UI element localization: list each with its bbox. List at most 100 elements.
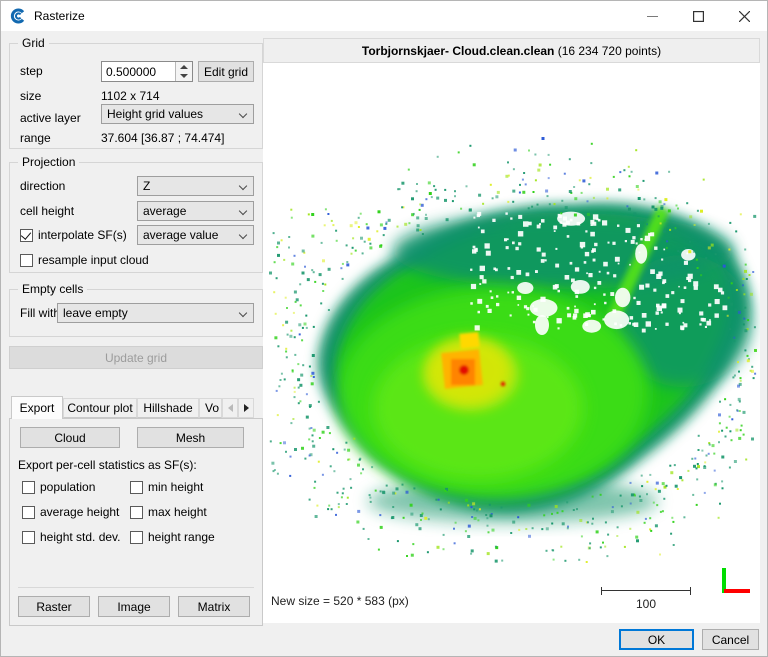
population-checkbox[interactable]: population — [22, 479, 95, 495]
maximize-button[interactable] — [675, 1, 721, 31]
direction-combobox[interactable]: Z — [137, 176, 254, 196]
population-label: population — [40, 480, 96, 494]
chevron-down-icon — [238, 308, 248, 318]
scale-bar-label: 100 — [635, 597, 657, 611]
step-spinner[interactable] — [101, 61, 193, 82]
stats-caption: Export per-cell statistics as SF(s): — [18, 458, 197, 472]
axis-x-indicator — [724, 589, 750, 593]
titlebar[interactable]: Rasterize — [1, 1, 767, 31]
export-mesh-button[interactable]: Mesh — [137, 427, 244, 448]
min-height-checkbox[interactable]: min height — [130, 479, 203, 495]
minimize-button[interactable] — [629, 1, 675, 31]
fill-with-label: Fill with — [20, 306, 61, 320]
export-image-button[interactable]: Image — [98, 596, 170, 617]
chevron-down-icon — [238, 181, 248, 191]
checkbox-box — [20, 228, 33, 242]
export-cloud-button[interactable]: Cloud — [20, 427, 120, 448]
checkbox-box — [130, 505, 143, 519]
tab-scroll-right-button[interactable] — [238, 398, 254, 418]
checkbox-box — [22, 530, 35, 544]
step-label: step — [20, 64, 43, 78]
range-value: 37.604 [36.87 ; 74.474] — [101, 131, 225, 145]
cell-height-label: cell height — [20, 204, 75, 218]
tab-hillshade[interactable]: Hillshade — [137, 398, 199, 418]
divider — [18, 587, 254, 588]
active-layer-label: active layer — [20, 111, 81, 125]
min-height-label: min height — [148, 480, 204, 494]
close-icon — [738, 10, 750, 22]
new-size-text: New size = 520 * 583 (px) — [271, 594, 409, 608]
step-spin-arrows — [175, 62, 192, 81]
export-raster-button[interactable]: Raster — [18, 596, 90, 617]
window-title: Rasterize — [34, 9, 85, 23]
resample-cloud-checkbox[interactable]: resample input cloud — [20, 252, 149, 268]
average-height-label: average height — [40, 505, 120, 519]
chevron-down-icon — [238, 109, 248, 119]
cloudcompare-logo-icon — [10, 8, 26, 24]
tab-export[interactable]: Export — [11, 396, 63, 419]
height-range-label: height range — [148, 530, 215, 544]
size-label: size — [20, 89, 42, 103]
average-height-checkbox[interactable]: average height — [22, 504, 119, 520]
direction-value: Z — [143, 179, 151, 193]
active-layer-combobox[interactable]: Height grid values — [101, 104, 254, 124]
height-range-checkbox[interactable]: height range — [130, 529, 215, 545]
cloud-name: Torbjornskjaer- Cloud.clean.clean — [361, 43, 555, 58]
preview-header: Torbjornskjaer- Cloud.clean.clean (16 23… — [263, 38, 760, 63]
tab-scroll-left-button[interactable] — [222, 398, 238, 418]
max-height-label: max height — [148, 505, 207, 519]
checkbox-box — [22, 480, 35, 494]
grid-groupbox: Grid step Edit grid size 1102 x 714 Heig… — [9, 36, 263, 149]
fill-with-combobox[interactable]: leave empty — [57, 303, 254, 323]
step-increment-button[interactable] — [176, 62, 192, 72]
scroll-left-icon — [227, 404, 233, 412]
update-grid-button[interactable]: Update grid — [9, 346, 263, 369]
cancel-button[interactable]: Cancel — [702, 629, 759, 650]
direction-label: direction — [20, 179, 66, 193]
range-label: range — [20, 131, 51, 145]
close-button[interactable] — [721, 1, 767, 31]
tab-volume-truncated[interactable]: Vo — [199, 398, 222, 418]
empty-cells-groupbox: Empty cells Fill with leave empty — [9, 282, 263, 337]
step-input[interactable] — [102, 62, 175, 81]
checkbox-box — [130, 530, 143, 544]
size-value: 1102 x 714 — [101, 89, 160, 103]
down-arrow-icon — [180, 74, 188, 79]
active-layer-value: Height grid values — [107, 107, 204, 121]
interpolate-sf-checkbox[interactable]: interpolate SF(s) — [20, 227, 127, 243]
maximize-icon — [692, 10, 704, 22]
fill-with-value: leave empty — [63, 306, 128, 320]
rasterize-dialog: Rasterize Grid step Edit grid size 1102 … — [0, 0, 768, 657]
cloud-point-count: (16 234 720 points) — [554, 43, 662, 58]
interpolate-sf-value: average value — [143, 228, 219, 242]
up-arrow-icon — [180, 64, 188, 69]
window-controls — [629, 1, 767, 31]
preview-canvas: New size = 520 * 583 (px) 100 — [263, 63, 760, 623]
grid-legend: Grid — [18, 36, 49, 50]
projection-groupbox: Projection direction Z cell height avera… — [9, 155, 263, 273]
checkbox-box — [22, 505, 35, 519]
height-std-dev-checkbox[interactable]: height std. dev. — [22, 529, 121, 545]
tab-contour-plot[interactable]: Contour plot — [63, 398, 137, 418]
cell-height-value: average — [143, 204, 187, 218]
height-std-dev-label: height std. dev. — [40, 530, 121, 544]
projection-legend: Projection — [18, 155, 80, 169]
interpolate-sf-combobox[interactable]: average value — [137, 225, 254, 245]
checkbox-box — [20, 253, 33, 267]
interpolate-sf-label: interpolate SF(s) — [38, 228, 127, 242]
scale-bar — [601, 587, 691, 595]
empty-cells-legend: Empty cells — [18, 282, 88, 296]
chevron-down-icon — [238, 230, 248, 240]
max-height-checkbox[interactable]: max height — [130, 504, 207, 520]
edit-grid-button[interactable]: Edit grid — [198, 61, 254, 82]
chevron-down-icon — [238, 206, 248, 216]
point-cloud-preview — [269, 137, 757, 563]
export-matrix-button[interactable]: Matrix — [178, 596, 250, 617]
ok-button[interactable]: OK — [619, 629, 694, 650]
scroll-right-icon — [243, 404, 249, 412]
checkbox-box — [130, 480, 143, 494]
step-decrement-button[interactable] — [176, 71, 192, 81]
cell-height-combobox[interactable]: average — [137, 201, 254, 221]
resample-cloud-label: resample input cloud — [38, 253, 149, 267]
export-tab-page: Cloud Mesh Export per-cell statistics as… — [9, 418, 263, 626]
